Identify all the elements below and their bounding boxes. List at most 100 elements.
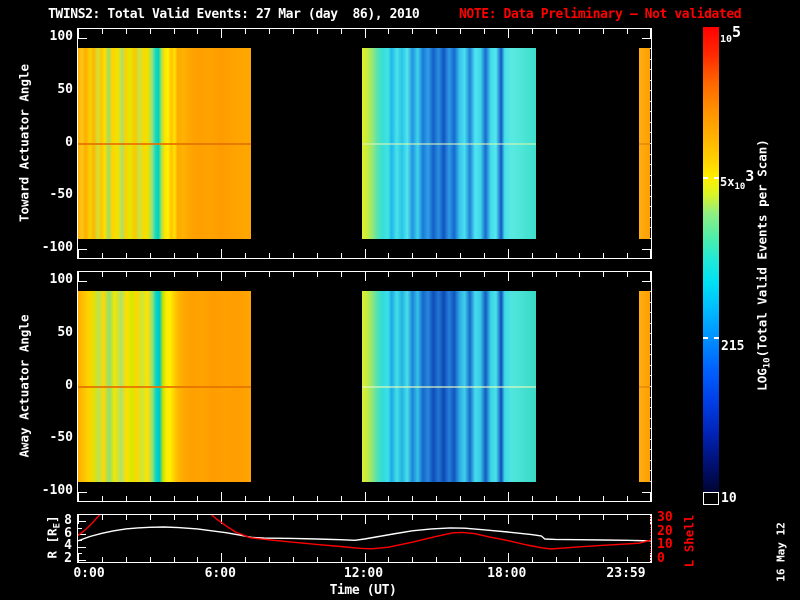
tick	[388, 29, 390, 34]
tick	[125, 496, 127, 501]
tick	[101, 272, 103, 277]
x-tick-label: 0:00	[73, 566, 105, 581]
tick	[531, 272, 533, 277]
tick	[483, 272, 485, 277]
tick	[436, 496, 438, 501]
tick	[269, 29, 270, 34]
y-tick-label: -50	[49, 430, 73, 446]
tick	[388, 272, 390, 277]
tick	[555, 496, 557, 501]
tick	[579, 272, 581, 277]
lshell-tick-label: 30	[657, 509, 673, 525]
tick	[101, 29, 103, 34]
tick	[507, 492, 509, 501]
y-tick-label: 50	[57, 81, 73, 97]
tick	[642, 280, 651, 282]
tick	[555, 253, 557, 258]
zero-degree-line	[362, 142, 537, 145]
tick	[149, 496, 151, 501]
tick	[269, 253, 270, 258]
colorbar-mid-label: 5x103	[720, 167, 755, 192]
tick	[221, 492, 223, 501]
zero-degree-line	[639, 385, 650, 388]
tick	[412, 253, 414, 258]
colorbar-tick	[703, 177, 708, 180]
tick	[292, 496, 294, 501]
tick	[173, 272, 175, 277]
tick	[388, 253, 390, 258]
zero-degree-line	[78, 142, 252, 145]
tick	[531, 496, 533, 501]
lshell-tick-label: 10	[657, 537, 673, 553]
tick	[78, 37, 87, 39]
tick	[221, 272, 223, 281]
tick	[340, 253, 342, 258]
tick	[412, 272, 414, 277]
colorbar-min-label: 10	[721, 491, 737, 506]
heatmap-away-panel	[77, 271, 652, 502]
title-note: NOTE: Data Preliminary – Not validated	[459, 7, 742, 22]
tick	[292, 272, 294, 277]
tick	[436, 29, 438, 34]
tick	[149, 272, 151, 277]
x-tick-label: 12:00	[343, 566, 384, 581]
tick	[101, 253, 103, 258]
tick	[197, 496, 199, 501]
tick	[78, 249, 79, 258]
tick	[531, 253, 533, 258]
tick	[507, 29, 509, 38]
colorbar-title: LOG10(Total Valid Events per Scan)	[754, 139, 773, 391]
lshell-tick-label: 20	[657, 523, 673, 539]
lshell-tick-label: 0	[657, 551, 665, 567]
tick	[579, 253, 581, 258]
zero-degree-line	[362, 385, 537, 388]
colorbar-underflow-box	[703, 492, 719, 505]
tick	[125, 29, 127, 34]
tick	[78, 280, 87, 282]
tick	[78, 248, 87, 250]
tick	[197, 29, 199, 34]
tick	[316, 272, 318, 277]
tick	[642, 248, 651, 250]
x-tick-label: 6:00	[204, 566, 236, 581]
tick	[627, 496, 629, 501]
colorbar-max-label: 105	[720, 23, 742, 45]
tick	[364, 29, 366, 38]
y-tick-label: 50	[57, 324, 73, 340]
tick	[101, 496, 103, 501]
y-tick-label: -50	[49, 187, 73, 203]
tick	[460, 253, 461, 258]
tick	[642, 37, 651, 39]
tick	[316, 29, 318, 34]
tick	[245, 29, 247, 34]
y-tick-label: 100	[49, 29, 73, 44]
tick	[269, 272, 270, 277]
tick	[78, 491, 87, 493]
y-tick-label: 0	[65, 134, 73, 150]
colorbar-tick	[703, 336, 708, 339]
plot-page: { "title": { "main": "TWINS2: Total Vali…	[0, 0, 800, 600]
tick	[507, 249, 509, 258]
tick	[627, 272, 629, 277]
tick	[173, 253, 175, 258]
tick	[579, 29, 581, 34]
tick	[364, 272, 366, 281]
tick	[316, 253, 318, 258]
tick	[221, 249, 223, 258]
tick	[340, 272, 342, 277]
tick	[603, 253, 605, 258]
tick	[483, 29, 485, 34]
tick	[78, 492, 79, 501]
tick	[173, 496, 175, 501]
tick	[650, 249, 651, 258]
tick	[627, 29, 629, 34]
tick	[555, 29, 557, 34]
tick	[555, 272, 557, 277]
tick	[642, 491, 651, 493]
tick	[292, 29, 294, 34]
tick	[603, 496, 605, 501]
tick	[197, 253, 199, 258]
tick	[460, 496, 461, 501]
y-tick-label: -100	[41, 483, 73, 498]
tick	[650, 492, 651, 501]
